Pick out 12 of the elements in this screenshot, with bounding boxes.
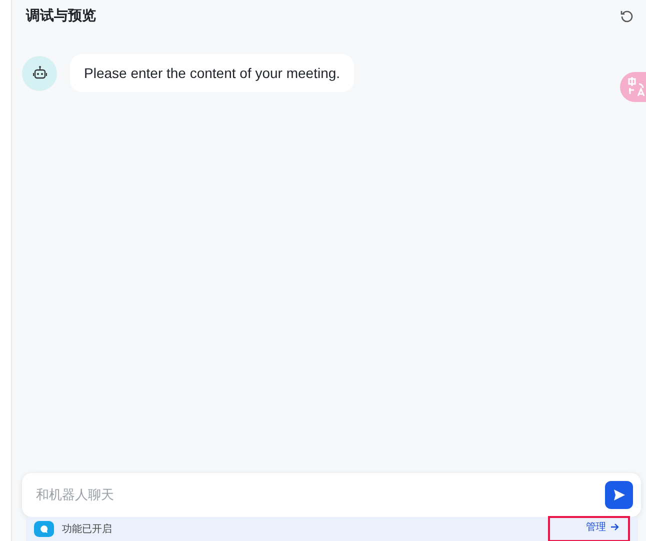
send-button[interactable] — [605, 481, 633, 509]
robot-avatar — [22, 56, 57, 90]
panel-title: 调试与预览 — [26, 7, 96, 25]
chat-input[interactable]: 和机器人聊天 — [34, 486, 605, 504]
chat-bubble-icon — [34, 521, 54, 537]
send-icon — [612, 488, 626, 502]
message-bubble: Please enter the content of your meeting. — [70, 54, 354, 92]
arrow-icon — [610, 522, 620, 532]
manage-link[interactable]: 管理 — [548, 516, 630, 541]
feature-status: 功能已开启 — [62, 522, 112, 536]
chat-composer[interactable]: 和机器人聊天 — [22, 473, 641, 517]
refresh-icon[interactable] — [620, 9, 634, 23]
